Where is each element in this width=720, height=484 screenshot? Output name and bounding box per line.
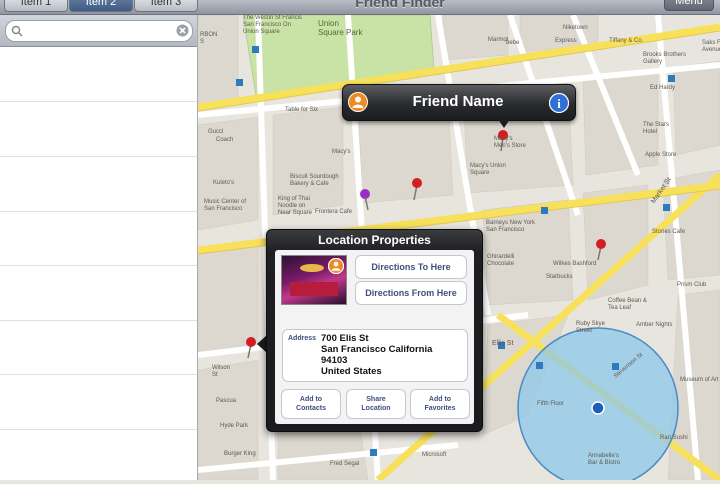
address-lines: 700 Elis St San Francisco California 941…: [321, 333, 432, 377]
menu-button[interactable]: Menu: [664, 0, 714, 11]
poi-label: Wilkes Bashford: [553, 261, 597, 267]
poi-label: Coach: [216, 137, 234, 143]
poi-label: Microsoft: [422, 452, 447, 458]
friend-callout[interactable]: Friend Name i: [342, 84, 576, 121]
poi-label: King of Thai Noodle on Near Square: [278, 196, 313, 216]
tab-item-1[interactable]: Item 1: [4, 0, 68, 12]
list-item[interactable]: [0, 211, 197, 266]
top-navigation-bar: Item 1 Item 2 Item 3 Friend Finder Menu: [0, 0, 720, 15]
poi-label: Biscuit Sourdough Bakery & Cafe: [290, 174, 339, 187]
address-line: 94103: [321, 355, 348, 366]
clear-icon[interactable]: [176, 24, 189, 37]
list-item[interactable]: [0, 266, 197, 321]
location-photo: [281, 255, 347, 305]
poi-label: Saks Fifth Avenue: [702, 40, 720, 53]
directions-from-here-button[interactable]: Directions From Here: [355, 281, 467, 305]
poi-label: Annabelle's Bar & Bistro: [588, 453, 621, 466]
poi-label: bebe: [506, 40, 520, 46]
poi-label: Frontera Cafe: [315, 209, 353, 215]
poi-label: Barneys New York San Francisco: [486, 220, 536, 233]
poi-label: Brooks Brothers: [643, 52, 687, 58]
popover-title: Location Properties: [318, 233, 431, 247]
callout-pointer: [498, 119, 510, 128]
search-icon: [11, 25, 23, 37]
poi-label: The Westin St Francis San Francisco On U…: [243, 15, 302, 35]
list-item[interactable]: [0, 157, 197, 212]
search-input[interactable]: [26, 23, 170, 39]
poi-label: Express: [555, 38, 577, 44]
list-item[interactable]: [0, 320, 197, 375]
directions-to-here-button[interactable]: Directions To Here: [355, 255, 467, 279]
poi-label: Macy's: [332, 149, 351, 155]
search-bar: [0, 15, 197, 47]
poi-label: Wilson St: [212, 365, 231, 378]
poi-label: Ed Hardy: [650, 85, 676, 91]
sidebar-list: [0, 15, 198, 484]
segmented-control: Item 1 Item 2 Item 3: [4, 0, 199, 12]
poi-label: The Stars Hotel: [643, 122, 670, 135]
svg-text:i: i: [557, 96, 561, 111]
share-location-button[interactable]: Share Location: [346, 389, 406, 419]
poi-label: Macy's Union Square: [470, 163, 506, 176]
poi-label: Fred Segal: [330, 461, 360, 467]
address-line: San Francisco California: [321, 344, 433, 355]
poi-label: Stories Cafe: [652, 229, 686, 235]
list-item[interactable]: [0, 375, 197, 430]
address-line: United States: [321, 366, 382, 377]
poi-label: Pascua: [216, 398, 237, 404]
poi-label: Prism Club: [677, 282, 707, 288]
poi-label: Burger King: [224, 451, 256, 457]
person-icon: [328, 258, 344, 274]
search-field[interactable]: [5, 20, 193, 42]
poi-label: Amber Nights: [636, 322, 673, 328]
person-icon: [348, 92, 368, 112]
popover-body: Directions To Here Directions From Here …: [275, 250, 474, 424]
friend-name: Friend Name: [412, 93, 504, 110]
address-line: 700 Elis St: [321, 333, 369, 344]
poi-label: Table for Six: [285, 107, 319, 113]
app-title: Friend Finder: [355, 0, 445, 10]
list-item[interactable]: [0, 102, 197, 157]
tab-item-2[interactable]: Item 2: [69, 0, 133, 12]
info-icon[interactable]: i: [549, 93, 569, 113]
poi-label: Ran Sushi: [660, 435, 688, 441]
poi-label: Macy's Men's Store: [494, 136, 526, 149]
list-item[interactable]: [0, 47, 197, 102]
poi-label: Apple Store: [645, 152, 677, 158]
poi-label: Museum of Art: [680, 377, 719, 383]
add-to-contacts-button[interactable]: Add to Contacts: [281, 389, 341, 419]
address-label: Address: [288, 335, 317, 342]
poi-label: Ruby Skye Street: [576, 321, 606, 334]
poi-label: Music Center of San Francisco: [204, 199, 247, 212]
poi-label: Tiffany & Co.: [609, 38, 644, 44]
address-box: Address 700 Elis St San Francisco Califo…: [282, 329, 468, 382]
poi-label: Kuleto's: [213, 180, 235, 186]
poi-label: Coffee Bean & Tea Leaf: [608, 298, 647, 311]
location-properties-popover: Location Properties Directions To Here D…: [266, 229, 483, 432]
street-label: Ellis St: [492, 340, 514, 347]
poi-label: RBON S: [200, 32, 218, 45]
poi-label: Gucci: [208, 129, 224, 135]
poi-label: Fifth Floor: [537, 401, 565, 407]
poi-label: Hyde Park: [220, 423, 249, 429]
tab-item-3[interactable]: Item 3: [134, 0, 198, 12]
poi-label: Niketown: [563, 25, 588, 31]
poi-label: Ghirardelli Chocolate: [487, 254, 515, 267]
poi-label: Starbucks: [546, 274, 573, 280]
poi-label: Gallery: [643, 59, 663, 65]
park-label: Union Square Park: [318, 19, 363, 37]
list-item[interactable]: [0, 429, 197, 484]
add-to-favorites-button[interactable]: Add to Favorites: [410, 389, 470, 419]
